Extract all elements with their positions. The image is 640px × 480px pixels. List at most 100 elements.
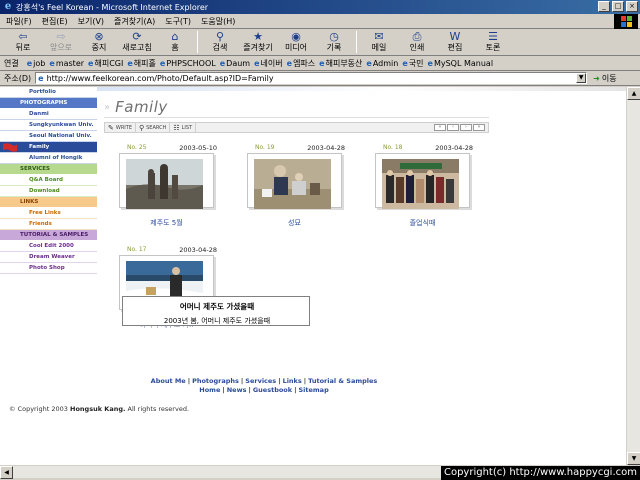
address-label: 주소(D) bbox=[4, 73, 32, 83]
prev-page-icon[interactable]: ‹ bbox=[447, 124, 459, 131]
tooltip-title: 어머니 제주도 가셨을때 bbox=[179, 302, 255, 311]
page-nav: « ‹ › » bbox=[434, 124, 485, 131]
toolbar-button[interactable]: ◷ 기록 bbox=[315, 30, 353, 53]
sidebar-item[interactable]: Friends bbox=[0, 219, 97, 230]
footer-link[interactable]: Services bbox=[245, 377, 276, 385]
list-button[interactable]: ☷ LIST bbox=[170, 123, 197, 132]
address-dropdown-icon[interactable]: ▼ bbox=[576, 73, 587, 83]
link-item[interactable]: e MySQL Manual bbox=[428, 59, 494, 68]
link-item[interactable]: e 해피CGI bbox=[88, 58, 123, 69]
photo-caption[interactable]: 졸업식때 bbox=[375, 218, 470, 228]
footer-link[interactable]: Home bbox=[199, 386, 220, 394]
footer-link[interactable]: News bbox=[227, 386, 247, 394]
link-item[interactable]: e 엠파스 bbox=[287, 58, 316, 69]
menu-tools[interactable]: 도구(T) bbox=[165, 16, 191, 27]
link-item-label: job bbox=[33, 59, 46, 68]
address-input[interactable]: e http://www.feelkorean.com/Photo/Defaul… bbox=[35, 72, 588, 84]
vertical-scrollbar[interactable]: ▲ ▼ bbox=[626, 87, 640, 465]
link-item[interactable]: e 국민 bbox=[402, 58, 423, 69]
scroll-up-icon[interactable]: ▲ bbox=[627, 87, 640, 100]
sidebar-item[interactable]: Family bbox=[0, 142, 97, 153]
next-page-icon[interactable]: › bbox=[460, 124, 472, 131]
sidebar-item[interactable]: Cool Edit 2000 bbox=[0, 241, 97, 252]
footer-row-2: Home | News | Guestbook | Sitemap bbox=[104, 386, 424, 395]
photo-thumbnail[interactable] bbox=[126, 159, 203, 209]
menu-help[interactable]: 도움말(H) bbox=[201, 16, 235, 27]
scroll-down-icon[interactable]: ▼ bbox=[627, 452, 640, 465]
link-item[interactable]: e Daum bbox=[220, 59, 250, 68]
window-title: 강홍석's Feel Korean - Microsoft Internet E… bbox=[16, 2, 209, 12]
toolbar-button[interactable]: ◉ 미디어 bbox=[277, 30, 315, 53]
sidebar-item[interactable]: Q&A Board bbox=[0, 175, 97, 186]
close-button[interactable]: × bbox=[626, 1, 638, 12]
toolbar-button[interactable]: ⚲ 검색 bbox=[201, 30, 239, 53]
photo-card[interactable] bbox=[247, 153, 342, 209]
copyright-prefix: © Copyright 2003 bbox=[9, 405, 68, 413]
sidebar-item[interactable]: Seoul National Univ. bbox=[0, 131, 97, 142]
link-item[interactable]: e job bbox=[27, 59, 46, 68]
footer-link[interactable]: Tutorial & Samples bbox=[308, 377, 377, 385]
go-button[interactable]: ➜ 이동 bbox=[593, 73, 616, 84]
footer-link[interactable]: Links bbox=[283, 377, 302, 385]
toolbar-button[interactable]: ⊗ 중지 bbox=[80, 30, 118, 53]
toolbar-button[interactable]: ★ 즐겨찾기 bbox=[239, 30, 277, 53]
link-item[interactable]: e PHPSCHOOL bbox=[160, 59, 216, 68]
sidebar-item[interactable]: Dream Weaver bbox=[0, 252, 97, 263]
link-item[interactable]: e master bbox=[49, 59, 84, 68]
photo-tooltip: 어머니 제주도 가셨을때 2003년 봄, 어머니 제주도 가셨을때 bbox=[122, 296, 310, 326]
sidebar-item[interactable]: Free Links bbox=[0, 208, 97, 219]
first-page-icon[interactable]: « bbox=[434, 124, 446, 131]
toolbar-button[interactable]: ⟳ 새로고침 bbox=[118, 30, 156, 53]
photo-card[interactable] bbox=[375, 153, 470, 209]
toolbar-button[interactable]: ⇨ 앞으로 bbox=[42, 30, 80, 53]
toolbar-button[interactable]: W 편집 bbox=[436, 30, 474, 53]
minimize-button[interactable]: _ bbox=[598, 1, 610, 12]
media-icon: ◉ bbox=[291, 30, 301, 43]
link-item[interactable]: e 해피부동산 bbox=[319, 58, 362, 69]
toolbar-button-label: 토론 bbox=[485, 43, 501, 52]
footer-link[interactable]: Photographs bbox=[192, 377, 239, 385]
sidebar-item[interactable]: Alumni of Hongik bbox=[0, 153, 97, 164]
sidebar-item[interactable]: Danmi bbox=[0, 109, 97, 120]
sidebar-item[interactable]: Portfolio bbox=[0, 87, 97, 98]
header-banner-strip bbox=[97, 87, 626, 91]
photo-thumbnail[interactable] bbox=[254, 159, 331, 209]
search-button[interactable]: ⚲ SEARCH bbox=[136, 123, 171, 132]
refresh-icon: ⟳ bbox=[132, 30, 142, 43]
home-icon: ⌂ bbox=[171, 30, 179, 43]
footer-link[interactable]: Sitemap bbox=[298, 386, 328, 394]
toolbar-button[interactable]: ⌂ 홈 bbox=[156, 30, 194, 53]
link-item[interactable]: e Admin bbox=[366, 59, 398, 68]
photo-thumbnail[interactable] bbox=[382, 159, 459, 209]
photo-caption[interactable]: 성묘 bbox=[247, 218, 342, 228]
back-arrow-icon: ⇦ bbox=[18, 30, 28, 43]
maximize-button[interactable]: □ bbox=[612, 1, 624, 12]
sidebar-item[interactable]: Sungkyunkwan Univ. bbox=[0, 120, 97, 131]
watermark: Copyright(c) http://www.happycgi.com bbox=[440, 466, 640, 480]
menu-favorites[interactable]: 즐겨찾기(A) bbox=[114, 16, 155, 27]
sidebar-nav: Portfolio PHOTOGRAPHS Danmi Sungkyunkwan Un… bbox=[0, 87, 97, 274]
menu-view[interactable]: 보기(V) bbox=[78, 16, 104, 27]
link-item-label: PHPSCHOOL bbox=[166, 59, 216, 68]
footer-link[interactable]: Guestbook bbox=[253, 386, 292, 394]
photo-card[interactable] bbox=[119, 153, 214, 209]
link-item[interactable]: e 네이버 bbox=[254, 58, 283, 69]
footer-row-1: About Me | Photographs | Services | Links | Tuto… bbox=[104, 377, 424, 386]
footer-link[interactable]: About Me bbox=[151, 377, 186, 385]
link-item[interactable]: e 해피홀 bbox=[127, 58, 156, 69]
write-button[interactable]: ✎ WRITE bbox=[105, 123, 136, 132]
last-page-icon[interactable]: » bbox=[473, 124, 485, 131]
menu-file[interactable]: 파일(F) bbox=[6, 16, 32, 27]
sidebar-item[interactable]: Download bbox=[0, 186, 97, 197]
sidebar-item[interactable]: Photo Shop bbox=[0, 263, 97, 274]
scroll-left-icon[interactable]: ◀ bbox=[0, 466, 13, 479]
toolbar-button[interactable]: ☰ 토론 bbox=[474, 30, 512, 53]
photo-caption[interactable]: 제주도 5월 bbox=[119, 218, 214, 228]
photo-number: No. 25 bbox=[127, 144, 147, 151]
address-url[interactable]: http://www.feelkorean.com/Photo/Default.… bbox=[47, 74, 274, 83]
menu-edit[interactable]: 편집(E) bbox=[42, 16, 68, 27]
toolbar-button[interactable]: ⇦ 뒤로 bbox=[4, 30, 42, 53]
links-label: 연결 bbox=[4, 59, 19, 68]
toolbar-button[interactable]: ✉ 메일 bbox=[360, 30, 398, 53]
toolbar-button[interactable]: ⎙ 인쇄 bbox=[398, 30, 436, 53]
